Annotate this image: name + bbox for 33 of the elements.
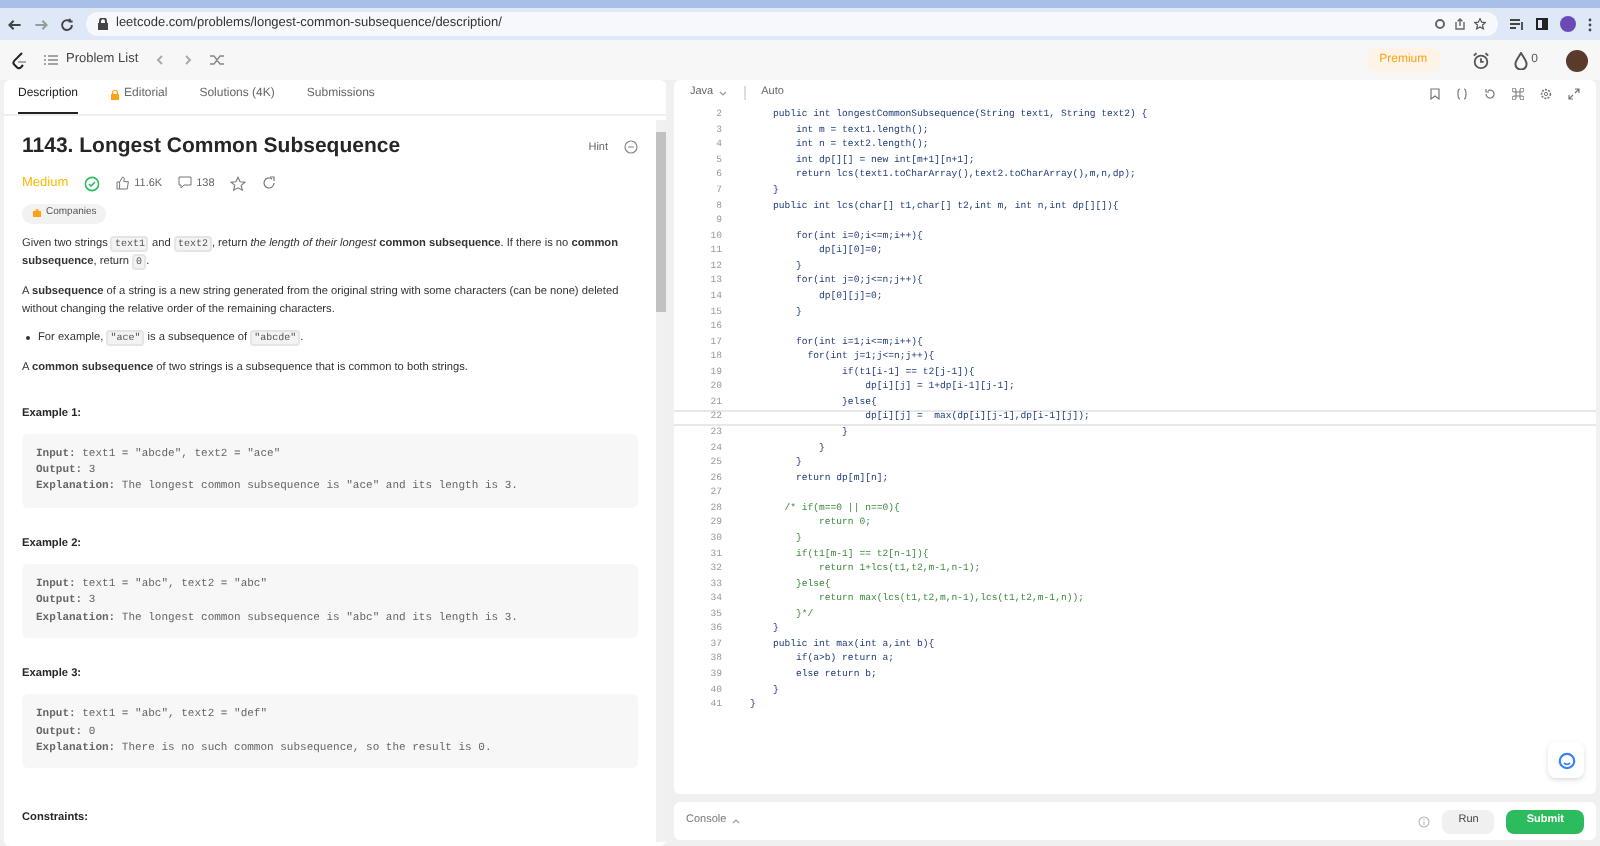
expand-icon[interactable] bbox=[1568, 87, 1580, 99]
caret-icon bbox=[717, 89, 728, 97]
star-icon[interactable] bbox=[230, 175, 247, 192]
problem-title: 1143. Longest Common Subsequence bbox=[22, 132, 403, 162]
settings-icon[interactable] bbox=[1540, 87, 1552, 99]
chevron-up-icon bbox=[732, 818, 741, 824]
user-avatar[interactable] bbox=[1566, 49, 1588, 71]
forward-icon[interactable] bbox=[34, 17, 48, 31]
scrollbar-thumb[interactable] bbox=[656, 132, 666, 312]
chat-icon bbox=[1557, 751, 1575, 769]
bookmark-icon[interactable] bbox=[1430, 87, 1440, 99]
alarm-clock-icon[interactable] bbox=[1471, 51, 1490, 69]
braces-icon[interactable] bbox=[1456, 87, 1468, 99]
thumbs-up-icon bbox=[116, 176, 131, 191]
more-icon[interactable] bbox=[624, 140, 638, 155]
comment-icon bbox=[178, 176, 193, 191]
reset-icon[interactable] bbox=[1484, 87, 1496, 99]
lock-icon bbox=[98, 18, 108, 30]
reload-icon[interactable] bbox=[60, 17, 74, 31]
logo-icon[interactable] bbox=[12, 51, 28, 69]
back-icon[interactable] bbox=[8, 17, 22, 31]
shuffle-icon[interactable] bbox=[210, 54, 225, 66]
profile-avatar[interactable] bbox=[1560, 16, 1576, 32]
list-icon bbox=[44, 54, 58, 66]
playlist-icon[interactable] bbox=[1510, 18, 1524, 30]
star-icon[interactable] bbox=[1474, 18, 1486, 30]
feedback-button[interactable] bbox=[1548, 742, 1584, 778]
sidebar-icon[interactable] bbox=[1536, 18, 1548, 30]
share-icon[interactable] bbox=[262, 176, 277, 191]
command-icon[interactable] bbox=[1512, 87, 1524, 99]
briefcase-icon bbox=[32, 208, 42, 218]
share-icon[interactable] bbox=[1454, 18, 1466, 30]
drop-icon[interactable] bbox=[1513, 51, 1528, 69]
